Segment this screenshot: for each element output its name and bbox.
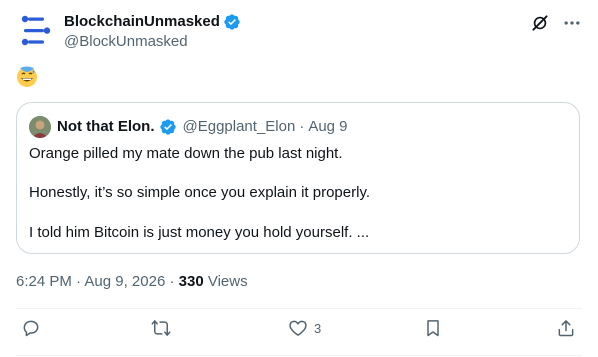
verified-badge-icon bbox=[159, 118, 177, 136]
post-time[interactable]: 6:24 PM bbox=[16, 273, 72, 290]
divider bbox=[16, 308, 582, 309]
quoted-post-header: Not that Elon. @Eggplant_Elon · Aug 9 bbox=[29, 116, 348, 138]
quoted-text-line-2: Honestly, it’s so simple once you explai… bbox=[29, 184, 370, 201]
meta-separator: · bbox=[169, 273, 175, 290]
quoted-text-line-1: Orange pilled my mate down the pub last … bbox=[29, 145, 343, 162]
quoted-author-avatar[interactable] bbox=[29, 116, 51, 138]
more-options-icon[interactable] bbox=[562, 13, 582, 38]
repost-button[interactable] bbox=[151, 318, 171, 338]
grinning-sweat-emoji-icon bbox=[17, 66, 37, 87]
share-button[interactable] bbox=[556, 318, 576, 338]
meta-separator: · bbox=[76, 273, 82, 290]
bottom-divider bbox=[16, 355, 582, 356]
reply-icon bbox=[23, 320, 39, 337]
verified-badge-icon[interactable] bbox=[223, 13, 241, 31]
grok-icon[interactable] bbox=[530, 13, 550, 38]
author-name[interactable]: BlockchainUnmasked bbox=[64, 12, 241, 32]
views-count: 330 bbox=[178, 273, 204, 290]
blockchainunmasked-logo-icon bbox=[21, 15, 51, 46]
action-bar: 3 bbox=[0, 318, 598, 348]
post-date[interactable]: Aug 9, 2026 bbox=[84, 273, 165, 290]
author-handle[interactable]: @BlockUnmasked bbox=[64, 32, 188, 52]
quoted-separator: · bbox=[299, 118, 305, 135]
author-display-name[interactable]: BlockchainUnmasked bbox=[64, 12, 220, 32]
like-button[interactable]: 3 bbox=[288, 318, 321, 338]
bookmark-icon bbox=[427, 320, 439, 337]
post-top-actions bbox=[530, 13, 582, 38]
author-avatar[interactable] bbox=[16, 11, 56, 51]
heart-icon bbox=[289, 320, 307, 336]
share-icon bbox=[558, 320, 574, 337]
quoted-post-card[interactable]: Not that Elon. @Eggplant_Elon · Aug 9 Or… bbox=[16, 102, 580, 254]
views-label: Views bbox=[207, 273, 248, 290]
reply-button[interactable] bbox=[21, 318, 41, 338]
post-metadata: 6:24 PM · Aug 9, 2026 · 330 Views bbox=[16, 272, 248, 292]
quoted-post-date[interactable]: Aug 9 bbox=[308, 117, 347, 137]
quoted-text-line-3: I told him Bitcoin is just money you hol… bbox=[29, 224, 370, 241]
post-text bbox=[16, 66, 38, 88]
repost-icon bbox=[151, 320, 171, 336]
likes-count: 3 bbox=[314, 320, 322, 336]
bookmark-button[interactable] bbox=[423, 318, 443, 338]
quoted-author-handle: @Eggplant_Elon bbox=[182, 118, 296, 135]
quoted-author-name[interactable]: Not that Elon. bbox=[57, 117, 155, 137]
